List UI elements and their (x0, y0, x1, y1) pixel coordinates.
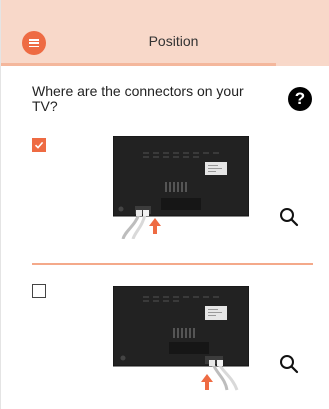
header-progress-strip (1, 63, 276, 66)
option-2-checkbox[interactable] (32, 284, 46, 298)
options-divider (32, 263, 313, 265)
option-1-checkbox[interactable] (32, 138, 46, 152)
question-text: Where are the connectors on your TV? (32, 83, 244, 114)
zoom-icon[interactable] (279, 354, 299, 374)
app-header: Position (1, 0, 329, 66)
checkmark-icon (34, 141, 44, 149)
help-icon[interactable]: ? (288, 87, 312, 111)
page-title: Position (148, 33, 199, 49)
tv-back-connectors-left-image[interactable] (113, 136, 249, 239)
zoom-icon[interactable] (279, 207, 299, 227)
tv-back-connectors-right-image[interactable] (113, 286, 249, 392)
app-frame: Position Where are the connectors on you… (0, 0, 329, 409)
